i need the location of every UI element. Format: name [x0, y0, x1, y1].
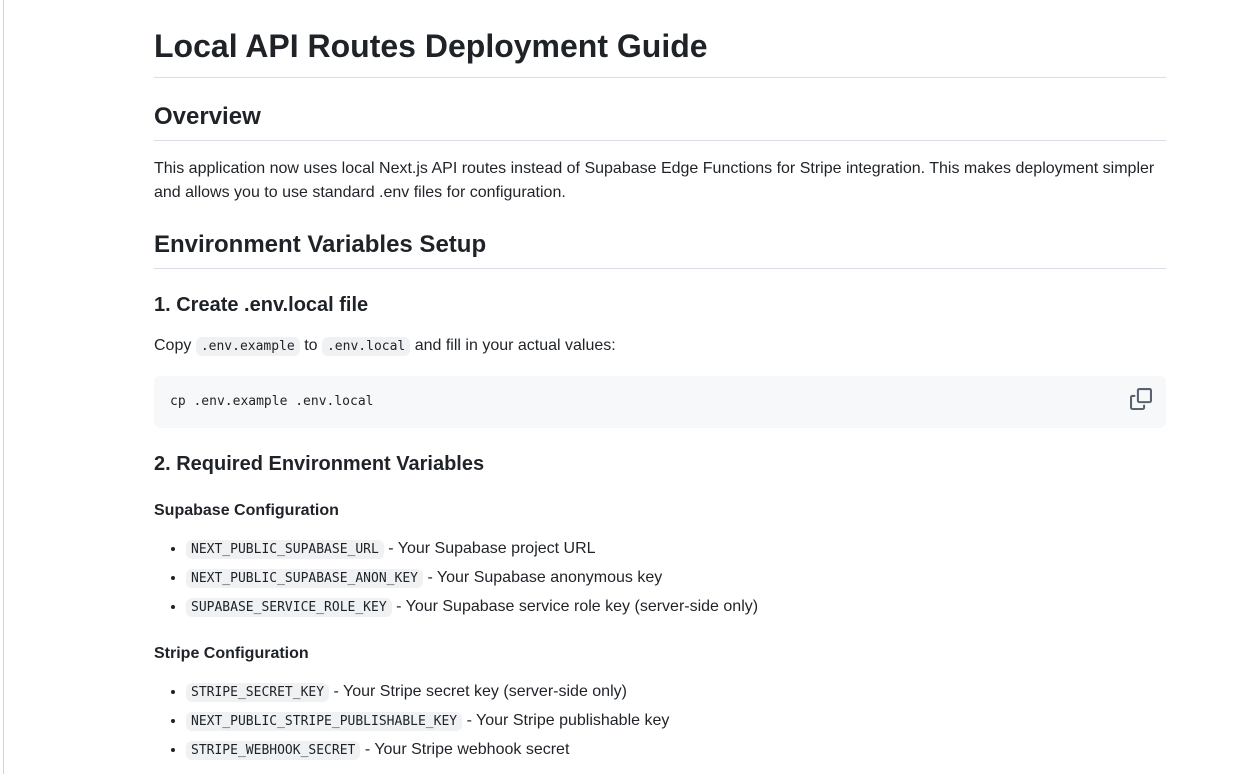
- stripe-vars-list: STRIPE_SECRET_KEY - Your Stripe secret k…: [154, 680, 1166, 763]
- command-text: cp .env.example .env.local: [170, 394, 374, 409]
- env-var-desc: - Your Stripe publishable key: [466, 712, 670, 729]
- copy-prefix: Copy: [154, 337, 192, 354]
- list-item: NEXT_PUBLIC_SUPABASE_URL - Your Supabase…: [186, 537, 1166, 562]
- env-setup-heading: Environment Variables Setup: [154, 230, 1166, 269]
- env-var-code: STRIPE_WEBHOOK_SECRET: [186, 741, 361, 760]
- copy-middle: to: [304, 337, 318, 354]
- env-var-code: STRIPE_SECRET_KEY: [186, 683, 330, 702]
- env-var-desc: - Your Supabase service role key (server…: [396, 598, 759, 615]
- env-var-desc: - Your Supabase project URL: [388, 540, 596, 557]
- create-env-heading: 1. Create .env.local file: [154, 294, 369, 316]
- markdown-article: Local API Routes Deployment Guide Overvi…: [154, 0, 1166, 763]
- left-border: [3, 0, 4, 774]
- stripe-config-heading: Stripe Configuration: [154, 645, 309, 662]
- env-var-desc: - Your Stripe webhook secret: [364, 741, 570, 758]
- supabase-vars-list: NEXT_PUBLIC_SUPABASE_URL - Your Supabase…: [154, 537, 1166, 620]
- target-file-code: .env.local: [321, 337, 411, 356]
- source-file-code: .env.example: [195, 337, 300, 356]
- required-vars-heading: 2. Required Environment Variables: [154, 453, 485, 475]
- copy-button[interactable]: [1130, 388, 1152, 410]
- env-var-code: NEXT_PUBLIC_SUPABASE_ANON_KEY: [186, 569, 423, 588]
- list-item: STRIPE_SECRET_KEY - Your Stripe secret k…: [186, 680, 1166, 705]
- page-title: Local API Routes Deployment Guide: [154, 0, 1166, 78]
- copy-suffix: and fill in your actual values:: [414, 337, 616, 354]
- list-item: STRIPE_WEBHOOK_SECRET - Your Stripe webh…: [186, 738, 1166, 763]
- env-var-code: SUPABASE_SERVICE_ROLE_KEY: [186, 598, 392, 617]
- list-item: SUPABASE_SERVICE_ROLE_KEY - Your Supabas…: [186, 595, 1166, 620]
- env-var-desc: - Your Supabase anonymous key: [427, 569, 663, 586]
- overview-paragraph: This application now uses local Next.js …: [154, 160, 1155, 201]
- list-item: NEXT_PUBLIC_SUPABASE_ANON_KEY - Your Sup…: [186, 566, 1166, 591]
- supabase-config-heading: Supabase Configuration: [154, 502, 339, 519]
- overview-heading: Overview: [154, 102, 1166, 141]
- copy-icon: [1130, 388, 1152, 410]
- command-code-block: cp .env.example .env.local: [154, 376, 1166, 428]
- copy-instruction: Copy .env.example to .env.local and fill…: [154, 334, 1166, 359]
- env-var-code: NEXT_PUBLIC_SUPABASE_URL: [186, 540, 384, 559]
- list-item: NEXT_PUBLIC_STRIPE_PUBLISHABLE_KEY - You…: [186, 709, 1166, 734]
- env-var-desc: - Your Stripe secret key (server-side on…: [333, 683, 627, 700]
- env-var-code: NEXT_PUBLIC_STRIPE_PUBLISHABLE_KEY: [186, 712, 463, 731]
